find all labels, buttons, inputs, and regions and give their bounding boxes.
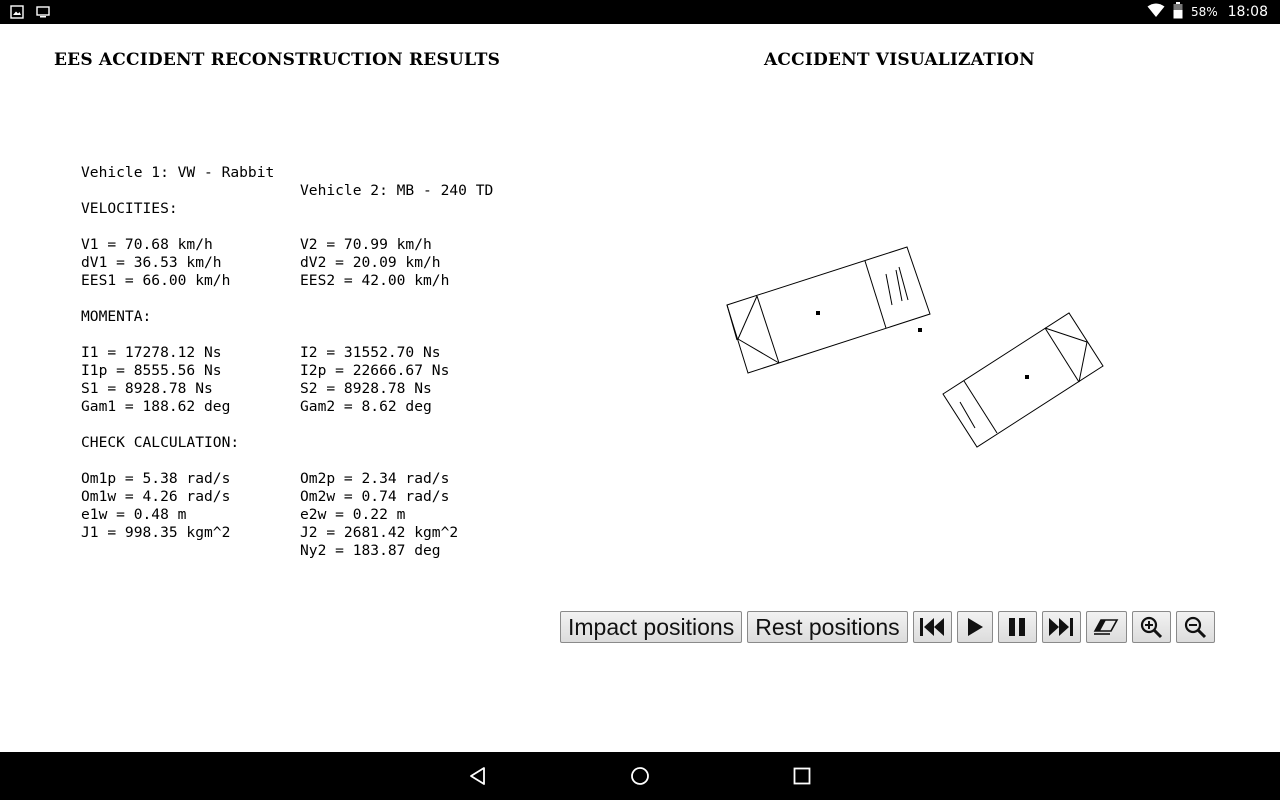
om1p-value: Om1p = 5.38 rad/s — [81, 470, 231, 487]
wifi-icon — [1147, 3, 1165, 22]
momenta-header: MOMENTA: — [81, 308, 152, 325]
skip-forward-icon — [1047, 616, 1075, 638]
playback-controls: Impact positions Rest positions — [560, 611, 1215, 643]
vehicle2-label: Vehicle 2: MB - 240 TD — [300, 182, 494, 199]
vehicle1-label: Vehicle 1: VW - Rabbit — [81, 164, 275, 181]
result-row: Om1p = 5.38 rad/s Om2p = 2.34 rad/s — [81, 470, 551, 488]
result-row: e1w = 0.48 m e2w = 0.22 m — [81, 506, 551, 524]
accident-visualization — [700, 220, 1130, 470]
result-row: dV1 = 36.53 km/h dV2 = 20.09 km/h — [81, 254, 551, 272]
zoom-out-icon — [1183, 615, 1207, 639]
v2-value: V2 = 70.99 km/h — [300, 236, 432, 253]
result-row: V1 = 70.68 km/h V2 = 70.99 km/h — [81, 236, 551, 254]
recents-icon[interactable] — [792, 766, 812, 786]
j2-value: J2 = 2681.42 kgm^2 — [300, 524, 459, 541]
s1-value: S1 = 8928.78 Ns — [81, 380, 213, 397]
impact-point — [918, 328, 922, 332]
visualization-title: ACCIDENT VISUALIZATION — [764, 50, 1035, 70]
vehicle-2 — [942, 312, 1104, 448]
skip-back-button[interactable] — [912, 611, 952, 643]
eraser-button[interactable] — [1085, 611, 1127, 643]
i2p-value: I2p = 22666.67 Ns — [300, 362, 450, 379]
ees2-value: EES2 = 42.00 km/h — [300, 272, 450, 289]
velocities-header: VELOCITIES: — [81, 200, 178, 217]
v1-value: V1 = 70.68 km/h — [81, 236, 213, 253]
ees1-value: EES1 = 66.00 km/h — [81, 272, 231, 289]
dv2-value: dV2 = 20.09 km/h — [300, 254, 441, 271]
i1-value: I1 = 17278.12 Ns — [81, 344, 222, 361]
j1-value: J1 = 998.35 kgm^2 — [81, 524, 231, 541]
results-panel: Vehicle 1: VW - Rabbit Vehicle 2: MB - 2… — [81, 146, 551, 560]
result-row: Gam1 = 188.62 deg Gam2 = 8.62 deg — [81, 398, 551, 416]
status-bar: 58% 18:08 — [0, 0, 1280, 24]
impact-positions-button[interactable]: Impact positions — [560, 611, 743, 643]
i2-value: I2 = 31552.70 Ns — [300, 344, 441, 361]
pause-icon — [1006, 616, 1028, 638]
clock: 18:08 — [1227, 4, 1268, 20]
vehicle-1-center — [816, 311, 820, 315]
result-row: I1p = 8555.56 Ns I2p = 22666.67 Ns — [81, 362, 551, 380]
play-button[interactable] — [956, 611, 993, 643]
navigation-bar — [0, 752, 1280, 800]
result-row: EES1 = 66.00 km/h EES2 = 42.00 km/h — [81, 272, 551, 290]
e2w-value: e2w = 0.22 m — [300, 506, 406, 523]
skip-back-icon — [918, 616, 946, 638]
result-row: J1 = 998.35 kgm^2 J2 = 2681.42 kgm^2 — [81, 524, 551, 542]
result-row: S1 = 8928.78 Ns S2 = 8928.78 Ns — [81, 380, 551, 398]
gam1-value: Gam1 = 188.62 deg — [81, 398, 231, 415]
back-icon[interactable] — [468, 766, 488, 786]
zoom-in-icon — [1139, 615, 1163, 639]
home-icon[interactable] — [630, 766, 650, 786]
om1w-value: Om1w = 4.26 rad/s — [81, 488, 231, 505]
zoom-out-button[interactable] — [1175, 611, 1215, 643]
cast-icon — [36, 4, 50, 23]
vehicle-1 — [726, 246, 931, 374]
dv1-value: dV1 = 36.53 km/h — [81, 254, 222, 271]
battery-percent: 58% — [1190, 5, 1218, 19]
om2p-value: Om2p = 2.34 rad/s — [300, 470, 450, 487]
gam2-value: Gam2 = 8.62 deg — [300, 398, 432, 415]
battery-icon — [1173, 1, 1183, 23]
zoom-in-button[interactable] — [1131, 611, 1171, 643]
rest-positions-button[interactable]: Rest positions — [747, 611, 908, 643]
e1w-value: e1w = 0.48 m — [81, 506, 187, 523]
image-icon — [10, 4, 24, 23]
vehicle-2-center — [1025, 375, 1029, 379]
ny2-value: Ny2 = 183.87 deg — [300, 542, 441, 559]
result-row: Om1w = 4.26 rad/s Om2w = 0.74 rad/s — [81, 488, 551, 506]
result-row: Ny2 = 183.87 deg — [81, 542, 551, 560]
play-icon — [964, 616, 986, 638]
s2-value: S2 = 8928.78 Ns — [300, 380, 432, 397]
vehicle-row: Vehicle 1: VW - Rabbit Vehicle 2: MB - 2… — [81, 146, 551, 199]
visualization-canvas — [726, 246, 1104, 448]
i1p-value: I1p = 8555.56 Ns — [81, 362, 222, 379]
result-row: I1 = 17278.12 Ns I2 = 31552.70 Ns — [81, 344, 551, 362]
check-header: CHECK CALCULATION: — [81, 434, 240, 451]
pause-button[interactable] — [997, 611, 1037, 643]
eraser-icon — [1092, 617, 1120, 637]
om2w-value: Om2w = 0.74 rad/s — [300, 488, 450, 505]
skip-forward-button[interactable] — [1041, 611, 1081, 643]
results-title: EES ACCIDENT RECONSTRUCTION RESULTS — [54, 50, 501, 70]
